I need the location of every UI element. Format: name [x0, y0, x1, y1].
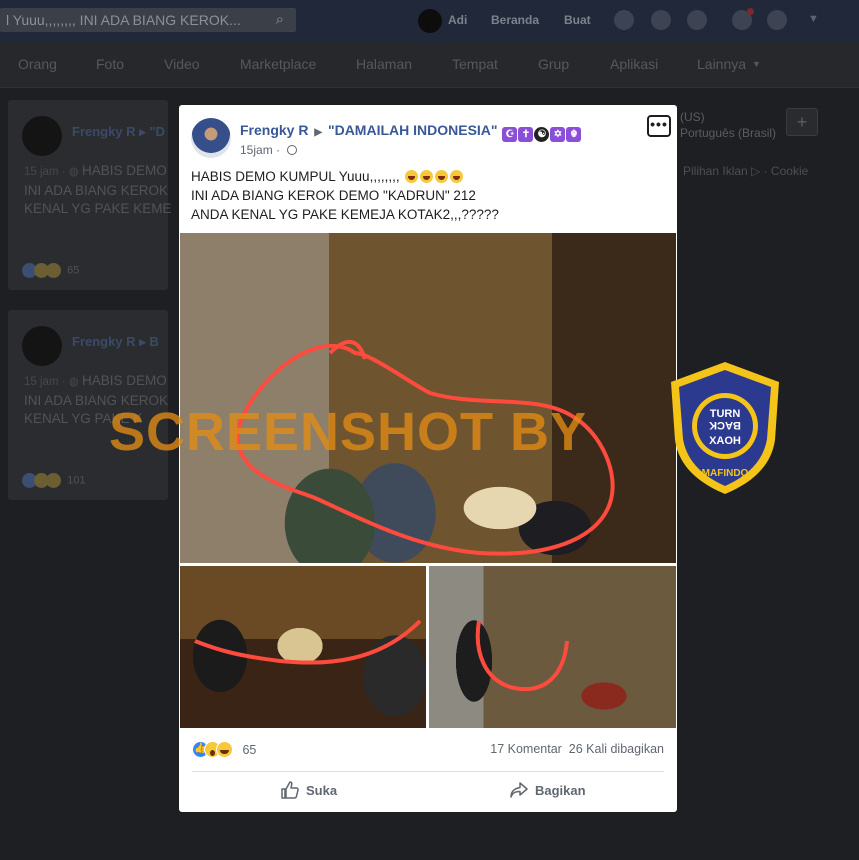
- menorah-icon: ✡: [550, 127, 566, 142]
- share-count[interactable]: 26 Kali dibagikan: [569, 742, 664, 756]
- search-filter-tabs: Orang Foto Video Marketplace Halaman Tem…: [0, 42, 859, 88]
- tab-marketplace[interactable]: Marketplace: [240, 56, 316, 72]
- friends-icon[interactable]: [614, 10, 634, 30]
- profile-avatar: [418, 8, 442, 33]
- tab-groups[interactable]: Grup: [538, 56, 569, 72]
- arrow-right-icon: ▶: [314, 127, 323, 138]
- post-header: Frengky R ▶ "DAMAILAH INDONESIA" ☪ ✝ ☯ ✡ ☬: [240, 122, 582, 142]
- post-photo-main[interactable]: [180, 233, 676, 563]
- tab-pages[interactable]: Halaman: [356, 56, 412, 72]
- post-photo-secondary[interactable]: [180, 566, 426, 728]
- quick-help-icon[interactable]: [732, 8, 754, 30]
- khanda-icon: ☬: [566, 127, 582, 142]
- tab-videos[interactable]: Video: [164, 56, 200, 72]
- post-photo-tertiary[interactable]: [429, 566, 676, 728]
- laughing-emoji-icon: [420, 170, 434, 183]
- help-icon[interactable]: [767, 10, 787, 30]
- share-arrow-icon: [510, 782, 528, 798]
- search-input[interactable]: l Yuuu,,,,,,,, INI ADA BIANG KEROK... ⌕: [0, 8, 296, 32]
- reaction-summary[interactable]: 65: [22, 263, 79, 278]
- engagement-stats: 17 Komentar 26 Kali dibagikan: [490, 742, 664, 756]
- post-timestamp[interactable]: 15jam ·: [240, 143, 298, 157]
- avatar: [22, 326, 62, 366]
- post-viewer-dialog: Frengky R ▶ "DAMAILAH INDONESIA" ☪ ✝ ☯ ✡ ☬ 1…: [109, 105, 677, 812]
- top-navigation-bar: l Yuuu,,,,,,,, INI ADA BIANG KEROK... ⌕ …: [0, 0, 859, 42]
- laughing-emoji-icon: [450, 170, 464, 183]
- crescent-moon-icon: ☪: [502, 127, 518, 142]
- group-name[interactable]: "DAMAILAH INDONESIA": [328, 122, 498, 138]
- reaction-summary[interactable]: 101: [22, 473, 86, 488]
- svg-text:TURN: TURN: [710, 408, 741, 420]
- create-link[interactable]: Buat: [564, 0, 591, 42]
- red-circle-annotation: [475, 620, 569, 692]
- messenger-icon[interactable]: [651, 10, 671, 30]
- mafindo-badge-logo: TURN BACK HOAX MAFINDO: [671, 362, 779, 494]
- notifications-icon[interactable]: [687, 10, 707, 30]
- like-button[interactable]: Suka: [280, 775, 337, 807]
- laughing-emoji-icon: [405, 170, 419, 183]
- divider: [192, 771, 664, 772]
- tab-photos[interactable]: Foto: [96, 56, 124, 72]
- red-line-annotation: [194, 619, 422, 665]
- background-post: Frengky R ▸ "D 15 jam · ◍ HABIS DEMO INI…: [8, 100, 172, 290]
- tab-apps[interactable]: Aplikasi: [610, 56, 658, 72]
- watermark: SCREENSHOT BY: [109, 402, 588, 462]
- author-name[interactable]: Frengky R: [240, 122, 308, 138]
- home-link[interactable]: Beranda: [491, 0, 539, 42]
- language-box: (US) Português (Brasil) +: [676, 100, 826, 160]
- more-chevron-icon: ▼: [752, 59, 761, 69]
- add-language-button[interactable]: +: [786, 108, 818, 136]
- thumbs-up-icon: [281, 781, 299, 799]
- post-actions: Suka Bagikan: [179, 775, 677, 807]
- avatar: [22, 116, 62, 156]
- latin-cross-icon: ✝: [518, 127, 534, 142]
- reaction-count: 65: [242, 742, 257, 757]
- account-menu-chevron-icon[interactable]: ▼: [808, 13, 819, 25]
- svg-text:HOAX: HOAX: [708, 435, 740, 447]
- haha-reaction-icon: [216, 741, 233, 759]
- comment-count[interactable]: 17 Komentar: [490, 742, 562, 756]
- globe-icon: [287, 145, 298, 155]
- tab-places[interactable]: Tempat: [452, 56, 498, 72]
- share-button[interactable]: Bagikan: [509, 775, 586, 807]
- author-avatar[interactable]: [191, 118, 231, 158]
- more-options-button[interactable]: •••: [647, 115, 671, 137]
- reaction-summary[interactable]: 65: [192, 741, 256, 759]
- svg-text:BACK: BACK: [709, 419, 741, 431]
- search-value: l Yuuu,,,,,,,, INI ADA BIANG KEROK...: [6, 12, 241, 28]
- footer-links[interactable]: Pilihan Iklan ▷ · Cookie: [683, 164, 808, 178]
- post-text: HABIS DEMO KUMPUL Yuuu,,,,,,,, INI ADA B…: [191, 169, 499, 222]
- profile-link[interactable]: Adi: [418, 0, 467, 42]
- laughing-emoji-icon: [435, 170, 449, 183]
- yin-yang-icon: ☯: [534, 127, 550, 142]
- search-icon[interactable]: ⌕: [276, 8, 284, 32]
- tab-people[interactable]: Orang: [18, 56, 57, 72]
- red-circle-annotation: [235, 339, 615, 556]
- tab-more[interactable]: Lainnya: [697, 56, 746, 72]
- svg-text:MAFINDO: MAFINDO: [702, 468, 749, 479]
